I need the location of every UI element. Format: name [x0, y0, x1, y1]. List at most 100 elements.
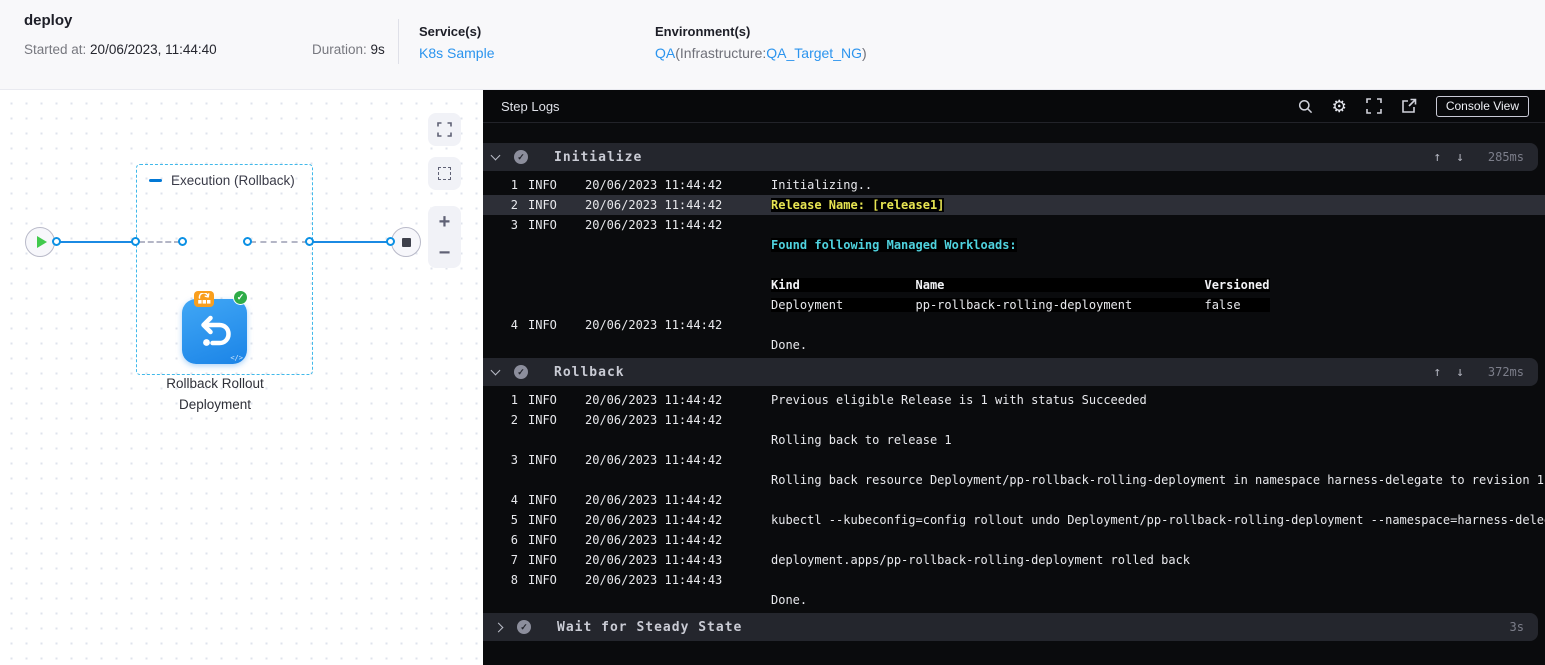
log-line[interactable]: Rolling back to release 1	[483, 430, 1545, 450]
log-line[interactable]: Rolling back resource Deployment/pp-roll…	[483, 470, 1545, 490]
connector-line-dashed	[139, 241, 180, 243]
log-message	[755, 410, 1545, 430]
connector-line	[56, 241, 133, 243]
log-line[interactable]: 1 INFO 20/06/2023 11:44:42 Initializing.…	[483, 175, 1545, 195]
collapse-group-icon[interactable]	[149, 179, 162, 182]
section-success-check-icon: ✓	[514, 365, 528, 379]
scroll-to-bottom-icon[interactable]: ↓	[1456, 365, 1464, 380]
zoom-in-button[interactable]: +	[439, 212, 451, 232]
environment-link[interactable]: QA	[655, 45, 675, 61]
log-line[interactable]: 4 INFO 20/06/2023 11:44:42	[483, 490, 1545, 510]
log-line[interactable]: Done.	[483, 590, 1545, 610]
line-number	[483, 430, 521, 450]
log-level: INFO	[528, 533, 557, 547]
line-number: 4	[510, 493, 518, 507]
log-rows: 1 INFO 20/06/2023 11:44:42 Initializing.…	[483, 171, 1545, 358]
expand-fullscreen-icon[interactable]	[1366, 98, 1382, 114]
marquee-icon	[438, 167, 451, 180]
zoom-out-button[interactable]: −	[439, 243, 451, 263]
connector-line-dashed	[250, 241, 308, 243]
log-timestamp	[565, 295, 755, 315]
log-level: INFO	[528, 198, 557, 212]
log-line[interactable]: Found following Managed Workloads:	[483, 235, 1545, 255]
service-link[interactable]: K8s Sample	[419, 45, 494, 61]
open-in-new-icon[interactable]	[1401, 98, 1417, 114]
log-line[interactable]: 2 INFO 20/06/2023 11:44:42	[483, 410, 1545, 430]
log-line[interactable]: 7 INFO 20/06/2023 11:44:43 deployment.ap…	[483, 550, 1545, 570]
environments-block: Environment(s) QA(Infrastructure:QA_Targ…	[655, 24, 867, 61]
pipeline-canvas[interactable]: Execution (Rollback) ✓ </> Rollback Roll…	[0, 90, 483, 665]
line-number	[483, 590, 521, 610]
log-level: INFO	[528, 513, 557, 527]
log-timestamp: 20/06/2023 11:44:42	[585, 413, 723, 427]
log-timestamp: 20/06/2023 11:44:42	[585, 493, 723, 507]
infrastructure-link[interactable]: QA_Target_NG	[766, 45, 862, 61]
log-line[interactable]: 6 INFO 20/06/2023 11:44:42	[483, 530, 1545, 550]
log-message: Found following Managed Workloads:	[771, 238, 1017, 252]
scroll-to-top-icon[interactable]: ↑	[1433, 365, 1441, 380]
log-timestamp	[565, 470, 755, 490]
log-line[interactable]: Done.	[483, 335, 1545, 355]
log-section: ✓ Initialize ↑ ↓ 285ms 1 INFO 20/06/2023…	[483, 143, 1545, 358]
section-success-check-icon: ✓	[517, 620, 531, 634]
log-rows: 1 INFO 20/06/2023 11:44:42 Previous elig…	[483, 386, 1545, 613]
log-message: Release Name: [release1]	[771, 198, 945, 212]
line-number	[483, 335, 521, 355]
log-timestamp: 20/06/2023 11:44:42	[585, 178, 723, 192]
rollout-step-badge-icon	[194, 291, 214, 307]
line-number: 5	[510, 513, 518, 527]
line-number	[483, 235, 521, 255]
log-timestamp	[565, 590, 755, 610]
scroll-to-bottom-icon[interactable]: ↓	[1456, 150, 1464, 165]
log-line[interactable]: Deployment pp-rollback-rolling-deploymen…	[483, 295, 1545, 315]
log-timestamp	[565, 235, 755, 255]
section-duration: 285ms	[1487, 150, 1524, 164]
chevron-icon[interactable]	[490, 365, 501, 376]
play-icon	[36, 236, 47, 248]
search-icon[interactable]	[1298, 99, 1313, 114]
log-level	[521, 255, 565, 275]
log-line[interactable]: 2 INFO 20/06/2023 11:44:42 Release Name:…	[483, 195, 1545, 215]
log-section-header[interactable]: ✓ Initialize ↑ ↓ 285ms	[483, 143, 1538, 171]
line-number	[483, 470, 521, 490]
log-level: INFO	[528, 453, 557, 467]
services-block: Service(s) K8s Sample	[419, 24, 494, 61]
log-line[interactable]: Kind Name Versioned	[483, 275, 1545, 295]
step-logs-panel: Step Logs ⚙ Console View ✓ Initialize ↑ …	[483, 90, 1545, 665]
log-line[interactable]: 1 INFO 20/06/2023 11:44:42 Previous elig…	[483, 390, 1545, 410]
log-level	[521, 275, 565, 295]
chevron-icon[interactable]	[493, 622, 504, 632]
connector-dot	[131, 237, 140, 246]
log-timestamp: 20/06/2023 11:44:43	[585, 573, 723, 587]
section-duration: 372ms	[1487, 365, 1524, 379]
log-line[interactable]: 4 INFO 20/06/2023 11:44:42	[483, 315, 1545, 335]
settings-gear-icon[interactable]: ⚙	[1332, 98, 1347, 115]
log-line[interactable]	[483, 255, 1545, 275]
log-line[interactable]: 3 INFO 20/06/2023 11:44:42	[483, 215, 1545, 235]
environments-label: Environment(s)	[655, 24, 751, 39]
canvas-fullscreen-button[interactable]	[428, 113, 461, 146]
log-line[interactable]: 5 INFO 20/06/2023 11:44:42 kubectl --kub…	[483, 510, 1545, 530]
line-number: 4	[510, 318, 518, 332]
log-section-header[interactable]: ✓ Rollback ↑ ↓ 372ms	[483, 358, 1538, 386]
log-line[interactable]: 3 INFO 20/06/2023 11:44:42	[483, 450, 1545, 470]
canvas-marquee-select-button[interactable]	[428, 157, 461, 190]
console-view-button[interactable]: Console View	[1435, 95, 1529, 117]
scroll-to-top-icon[interactable]: ↑	[1433, 150, 1441, 165]
chevron-icon[interactable]	[490, 150, 501, 161]
section-success-check-icon: ✓	[514, 150, 528, 164]
line-number: 7	[510, 553, 518, 567]
connector-dot	[243, 237, 252, 246]
log-message	[755, 315, 1545, 335]
line-number: 3	[510, 453, 518, 467]
log-level: INFO	[528, 178, 557, 192]
line-number: 3	[510, 218, 518, 232]
log-section: ✓ Wait for Steady State ↑ ↓ 3s	[483, 613, 1545, 648]
log-section-header[interactable]: ✓ Wait for Steady State ↑ ↓ 3s	[483, 613, 1538, 641]
log-line[interactable]: 8 INFO 20/06/2023 11:44:43	[483, 570, 1545, 590]
line-number	[483, 255, 521, 275]
line-number: 1	[510, 393, 518, 407]
section-title: Initialize	[554, 149, 643, 165]
log-message	[755, 490, 1545, 510]
rollback-rollout-deployment-node[interactable]: ✓ </>	[182, 290, 248, 364]
